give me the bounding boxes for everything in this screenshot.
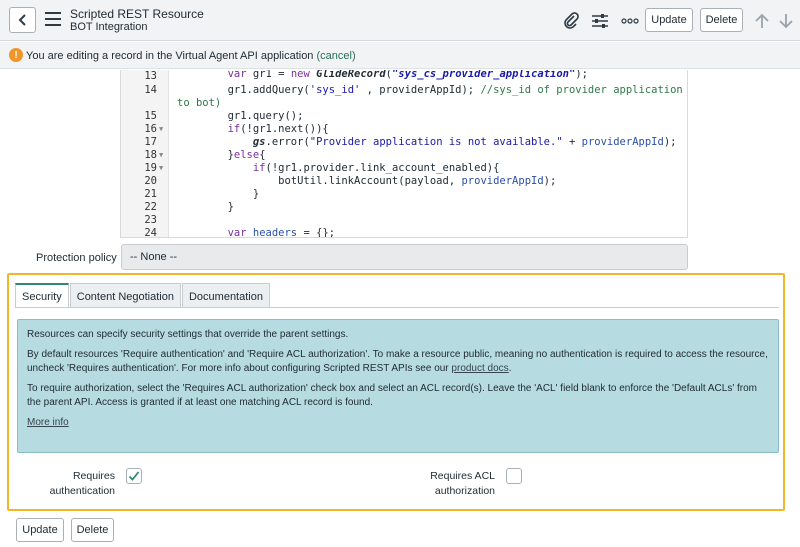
code-line: 20 botUtil.linkAccount(payload, provider… xyxy=(144,175,557,187)
requires-acl-authorization-checkbox[interactable] xyxy=(506,468,522,484)
info-paragraph: Resources can specify security settings … xyxy=(27,329,349,340)
update-button[interactable]: Update xyxy=(645,8,693,32)
script-editor[interactable]: 13 var gr1 = new GlideRecord("sys_cs_pro… xyxy=(120,70,688,238)
tab-documentation[interactable]: Documentation xyxy=(181,283,270,308)
protection-policy-label: Protection policy xyxy=(36,252,117,264)
record-type-title: Scripted REST Resource xyxy=(70,7,204,21)
form-header: Scripted REST Resource BOT Integration U… xyxy=(0,0,800,41)
alert-text: You are editing a record in the Virtual … xyxy=(26,50,314,62)
code-line: 15 gr1.query(); xyxy=(144,110,304,122)
code-line: 16 ▼ if(!gr1.next()){ xyxy=(144,123,329,135)
security-info-box: Resources can specify security settings … xyxy=(17,319,779,453)
code-line: 14 gr1.addQuery('sys_id' , providerAppId… xyxy=(144,84,683,96)
requires-authentication-checkbox[interactable] xyxy=(126,468,142,484)
tab-security[interactable]: Security xyxy=(15,283,69,308)
warning-icon: ! xyxy=(9,48,23,62)
footer-delete-button[interactable]: Delete xyxy=(71,518,114,542)
delete-button[interactable]: Delete xyxy=(700,8,743,32)
cancel-link[interactable]: (cancel) xyxy=(317,50,356,62)
code-line: 19 ▼ if(!gr1.provider.link_account_enable… xyxy=(144,162,500,174)
arrow-down-icon[interactable] xyxy=(775,10,797,32)
code-line: 22 } xyxy=(144,201,234,213)
chevron-left-icon xyxy=(18,14,26,26)
info-paragraph: By default resources 'Require authentica… xyxy=(27,349,768,374)
more-options-icon[interactable] xyxy=(619,10,641,32)
code-line: 23 xyxy=(144,214,157,226)
paperclip-icon[interactable] xyxy=(560,10,582,32)
checkmark-icon xyxy=(128,471,140,481)
protection-policy-select[interactable]: -- None -- xyxy=(121,244,688,270)
footer-update-button[interactable]: Update xyxy=(16,518,64,542)
more-info-link[interactable]: More info xyxy=(27,417,69,428)
menu-icon[interactable] xyxy=(45,12,61,26)
record-name-subtitle: BOT Integration xyxy=(70,21,148,33)
settings-sliders-icon[interactable] xyxy=(589,10,611,32)
code-line: 21 } xyxy=(144,188,260,200)
application-scope-alert: ! You are editing a record in the Virtua… xyxy=(0,42,800,69)
requires-acl-authorization-label: Requires ACL authorization xyxy=(430,470,495,497)
info-paragraph: To require authorization, select the 'Re… xyxy=(27,383,757,408)
code-line: 24 var headers = {}; xyxy=(144,227,336,238)
code-line: 13 var gr1 = new GlideRecord("sys_cs_pro… xyxy=(144,70,588,82)
related-tabs-section: Security Content Negotiation Documentati… xyxy=(7,273,785,511)
code-line-wrap: to bot) xyxy=(177,97,222,109)
tab-bar: Security Content Negotiation Documentati… xyxy=(15,283,271,308)
product-docs-link[interactable]: product docs xyxy=(451,363,508,374)
tab-divider xyxy=(15,307,779,308)
alert-message: You are editing a record in the Virtual … xyxy=(26,50,356,62)
code-line: 18 ▼ }else{ xyxy=(144,149,266,161)
arrow-up-icon[interactable] xyxy=(751,10,773,32)
code-line: 17 gs.error("Provider application is not… xyxy=(144,136,677,148)
tab-content-negotiation[interactable]: Content Negotiation xyxy=(69,283,181,308)
requires-authentication-label: Requires authentication xyxy=(49,470,115,497)
back-button[interactable] xyxy=(9,7,36,33)
